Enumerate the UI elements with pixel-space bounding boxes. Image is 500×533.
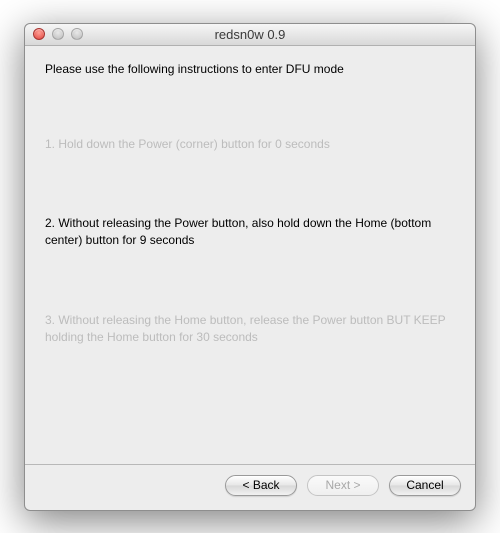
content-area: Please use the following instructions to…: [25, 46, 475, 464]
step-2: 2. Without releasing the Power button, a…: [45, 215, 455, 250]
button-row: < Back Next > Cancel: [25, 475, 475, 510]
back-button[interactable]: < Back: [225, 475, 297, 496]
close-icon[interactable]: [33, 28, 45, 40]
cancel-button[interactable]: Cancel: [389, 475, 461, 496]
step-3: 3. Without releasing the Home button, re…: [45, 312, 455, 347]
titlebar: redsn0w 0.9: [25, 24, 475, 46]
window-title: redsn0w 0.9: [25, 27, 475, 42]
instructions-heading: Please use the following instructions to…: [45, 62, 455, 76]
next-button: Next >: [307, 475, 379, 496]
zoom-icon[interactable]: [71, 28, 83, 40]
app-window: redsn0w 0.9 Please use the following ins…: [24, 23, 476, 511]
minimize-icon[interactable]: [52, 28, 64, 40]
separator: [25, 464, 475, 465]
step-1: 1. Hold down the Power (corner) button f…: [45, 136, 455, 153]
window-controls: [25, 28, 83, 40]
